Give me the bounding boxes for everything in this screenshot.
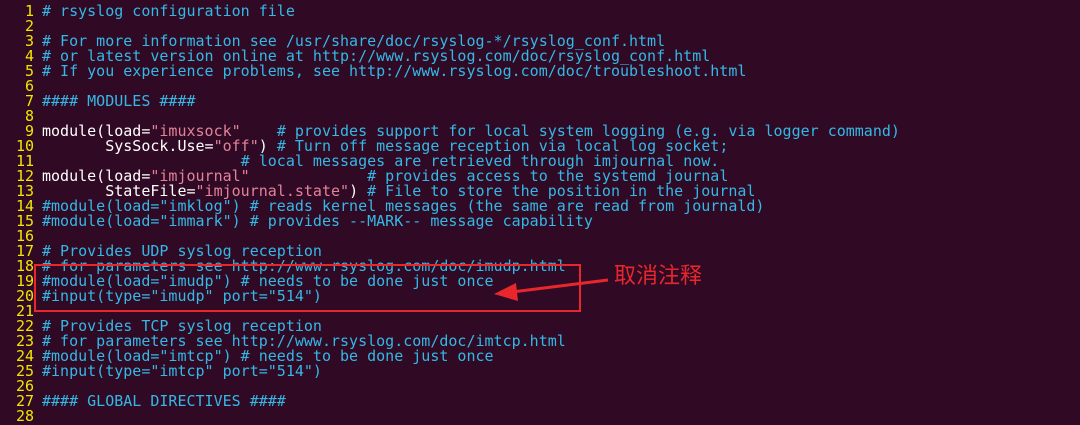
editor-line[interactable]: 27 #### GLOBAL DIRECTIVES #### — [0, 394, 286, 409]
editor-line[interactable]: 2 — [0, 19, 42, 34]
comment-text: # If you experience problems, see http:/… — [42, 62, 747, 80]
comment-text: #module(load="immark") # provides --MARK… — [42, 212, 593, 230]
terminal-window[interactable]: 1 # rsyslog configuration file 2 3 # For mor… — [0, 0, 1080, 425]
line-number: 28 — [15, 407, 34, 425]
annotation-highlight-box — [34, 264, 581, 312]
comment-text: #### MODULES #### — [42, 92, 196, 110]
comment-text: #input(type="imtcp" port="514") — [42, 362, 322, 380]
editor-line[interactable]: 1 # rsyslog configuration file — [0, 4, 295, 19]
comment-text: #### GLOBAL DIRECTIVES #### — [42, 392, 286, 410]
annotation-label: 取消注释 — [614, 264, 703, 289]
editor-line[interactable]: 25 #input(type="imtcp" port="514") — [0, 364, 322, 379]
editor-line[interactable]: 6 — [0, 79, 42, 94]
editor-line[interactable]: 15 #module(load="immark") # provides --MA… — [0, 214, 593, 229]
editor-line[interactable]: 5 # If you experience problems, see http:… — [0, 64, 746, 79]
editor-line[interactable]: 8 — [0, 109, 42, 124]
comment-text: # rsyslog configuration file — [42, 2, 295, 20]
editor-line[interactable]: 28 — [0, 409, 42, 424]
